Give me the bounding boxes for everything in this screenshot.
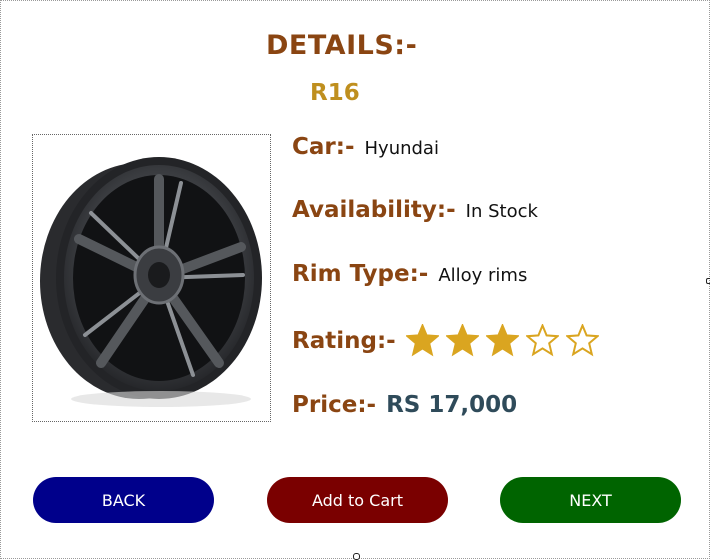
availability-row: Availability:- In Stock: [292, 197, 538, 223]
car-label: Car:-: [292, 134, 355, 160]
rating-row: Rating:-: [292, 324, 606, 357]
star-outline-icon: [525, 324, 559, 357]
page-title: DETAILS:-: [266, 30, 418, 61]
product-size: R16: [310, 80, 360, 106]
rim-type-row: Rim Type:- Alloy rims: [292, 261, 527, 287]
rim-type-value: Alloy rims: [438, 265, 528, 286]
price-value: RS 17,000: [386, 392, 518, 418]
price-label: Price:-: [292, 392, 377, 418]
next-button[interactable]: NEXT: [500, 477, 681, 523]
rating-label: Rating:-: [292, 327, 396, 354]
wheel-image: [40, 157, 262, 407]
car-value: Hyundai: [364, 138, 439, 159]
back-button[interactable]: BACK: [33, 477, 214, 523]
star-filled-icon: [445, 324, 479, 357]
product-image: [32, 134, 271, 422]
rating-stars: [405, 324, 606, 357]
rim-type-label: Rim Type:-: [292, 261, 429, 287]
availability-value: In Stock: [465, 201, 538, 222]
add-to-cart-button[interactable]: Add to Cart: [267, 477, 448, 523]
price-row: Price:- RS 17,000: [292, 392, 517, 418]
star-filled-icon: [405, 324, 439, 357]
resize-handle-right[interactable]: [706, 278, 710, 284]
car-row: Car:- Hyundai: [292, 134, 439, 160]
star-filled-icon: [485, 324, 519, 357]
availability-label: Availability:-: [292, 197, 456, 223]
star-outline-icon: [565, 324, 599, 357]
